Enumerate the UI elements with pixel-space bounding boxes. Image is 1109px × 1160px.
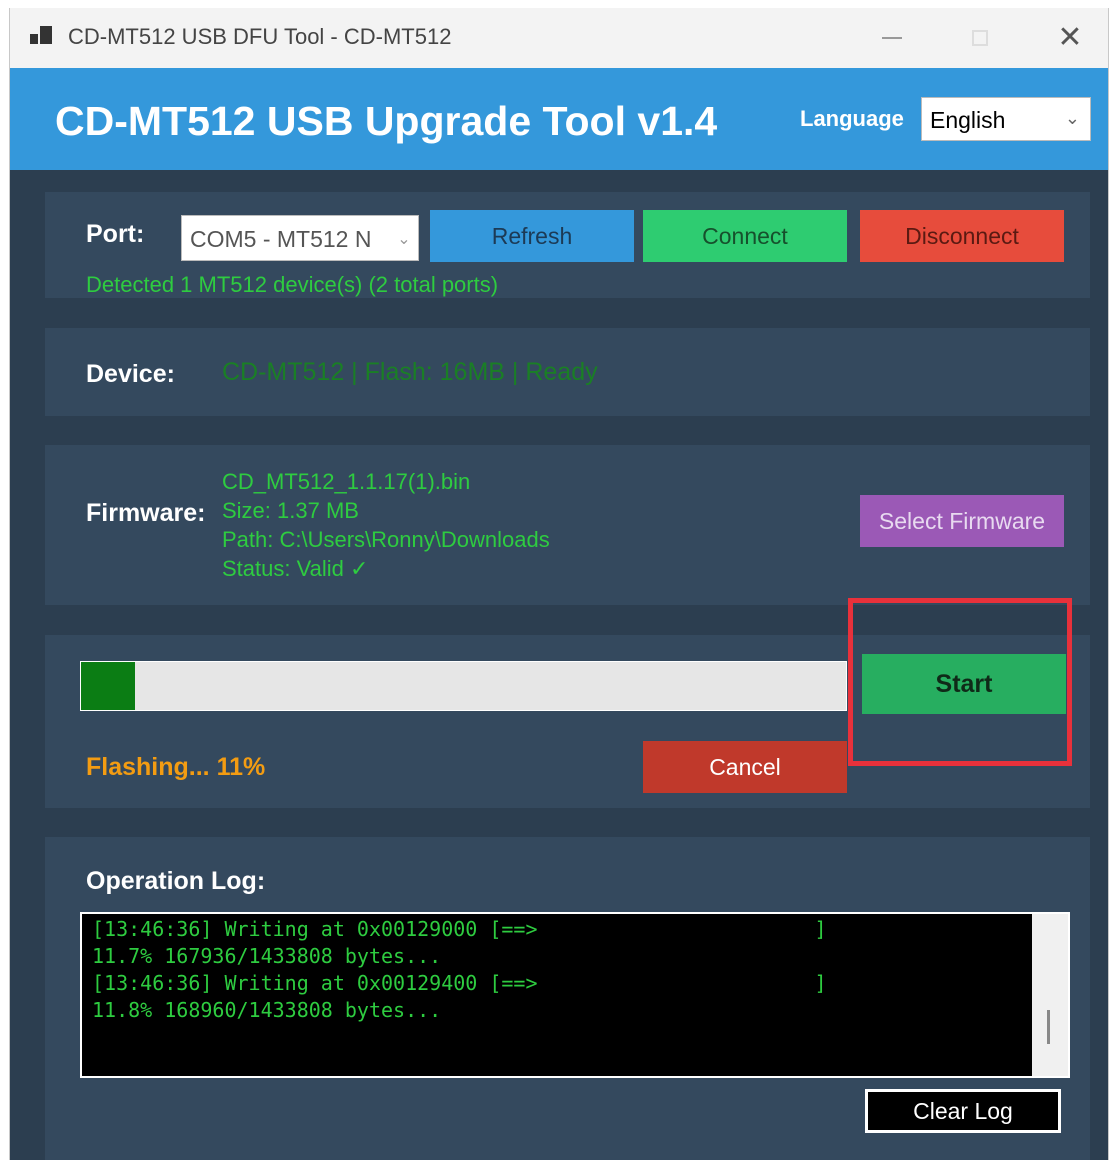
refresh-button[interactable]: Refresh xyxy=(430,210,634,262)
firmware-filename: CD_MT512_1.1.17(1).bin xyxy=(222,469,471,494)
language-label: Language xyxy=(800,106,904,131)
window-title: CD-MT512 USB DFU Tool - CD-MT512 xyxy=(68,24,452,49)
device-info: CD-MT512 | Flash: 16MB | Ready xyxy=(222,358,598,386)
select-firmware-button[interactable]: Select Firmware xyxy=(860,495,1064,547)
flashing-status: Flashing... 11% xyxy=(86,753,266,781)
app-heading: CD-MT512 USB Upgrade Tool v1.4 xyxy=(55,98,718,144)
device-panel: Device: CD-MT512 | Flash: 16MB | Ready xyxy=(45,328,1090,416)
firmware-panel: Firmware: CD_MT512_1.1.17(1).bin Size: 1… xyxy=(45,445,1090,605)
port-panel: Port: COM5 - MT512 N ⌄ Refresh Connect D… xyxy=(45,192,1090,298)
header-banner: CD-MT512 USB Upgrade Tool v1.4 Language … xyxy=(10,68,1108,170)
language-value: English xyxy=(930,107,1006,133)
firmware-details: CD_MT512_1.1.17(1).bin Size: 1.37 MB Pat… xyxy=(222,467,550,583)
start-highlight-box xyxy=(848,598,1072,766)
app-window: CD-MT512 USB DFU Tool - CD-MT512 ✕ CD-MT… xyxy=(9,8,1109,1160)
disconnect-button[interactable]: Disconnect xyxy=(860,210,1064,262)
firmware-label: Firmware: xyxy=(86,499,206,527)
cancel-button[interactable]: Cancel xyxy=(643,741,847,793)
title-bar[interactable]: CD-MT512 USB DFU Tool - CD-MT512 ✕ xyxy=(10,8,1108,68)
progress-fill xyxy=(81,662,135,710)
scrollbar-thumb[interactable] xyxy=(1047,1010,1050,1044)
log-panel: Operation Log: [13:46:36] Writing at 0x0… xyxy=(45,837,1090,1160)
app-icon xyxy=(30,26,52,46)
firmware-status: Status: Valid ✓ xyxy=(222,556,369,581)
close-icon: ✕ xyxy=(1057,20,1083,55)
port-select[interactable]: COM5 - MT512 N ⌄ xyxy=(181,215,419,261)
close-button[interactable]: ✕ xyxy=(1048,20,1092,56)
firmware-path: Path: C:\Users\Ronny\Downloads xyxy=(222,527,550,552)
operation-log[interactable]: [13:46:36] Writing at 0x00129000 [==> ] … xyxy=(80,912,1070,1078)
clear-log-button[interactable]: Clear Log xyxy=(865,1089,1061,1133)
port-label: Port: xyxy=(86,220,145,248)
device-label: Device: xyxy=(86,360,175,388)
minimize-icon xyxy=(882,37,902,39)
chevron-down-icon: ⌄ xyxy=(1064,108,1080,129)
detected-devices-text: Detected 1 MT512 device(s) (2 total port… xyxy=(86,272,499,297)
connect-button[interactable]: Connect xyxy=(643,210,847,262)
maximize-button[interactable] xyxy=(958,20,1002,56)
language-select[interactable]: English ⌄ xyxy=(921,97,1091,141)
maximize-icon xyxy=(972,30,988,46)
port-value: COM5 - MT512 N xyxy=(190,226,372,252)
log-label: Operation Log: xyxy=(86,867,266,895)
chevron-down-icon: ⌄ xyxy=(390,216,418,260)
firmware-size: Size: 1.37 MB xyxy=(222,498,359,523)
progress-bar xyxy=(80,661,847,711)
minimize-button[interactable] xyxy=(870,20,914,56)
log-scrollbar[interactable] xyxy=(1032,914,1068,1076)
log-text: [13:46:36] Writing at 0x00129000 [==> ] … xyxy=(92,917,827,1022)
